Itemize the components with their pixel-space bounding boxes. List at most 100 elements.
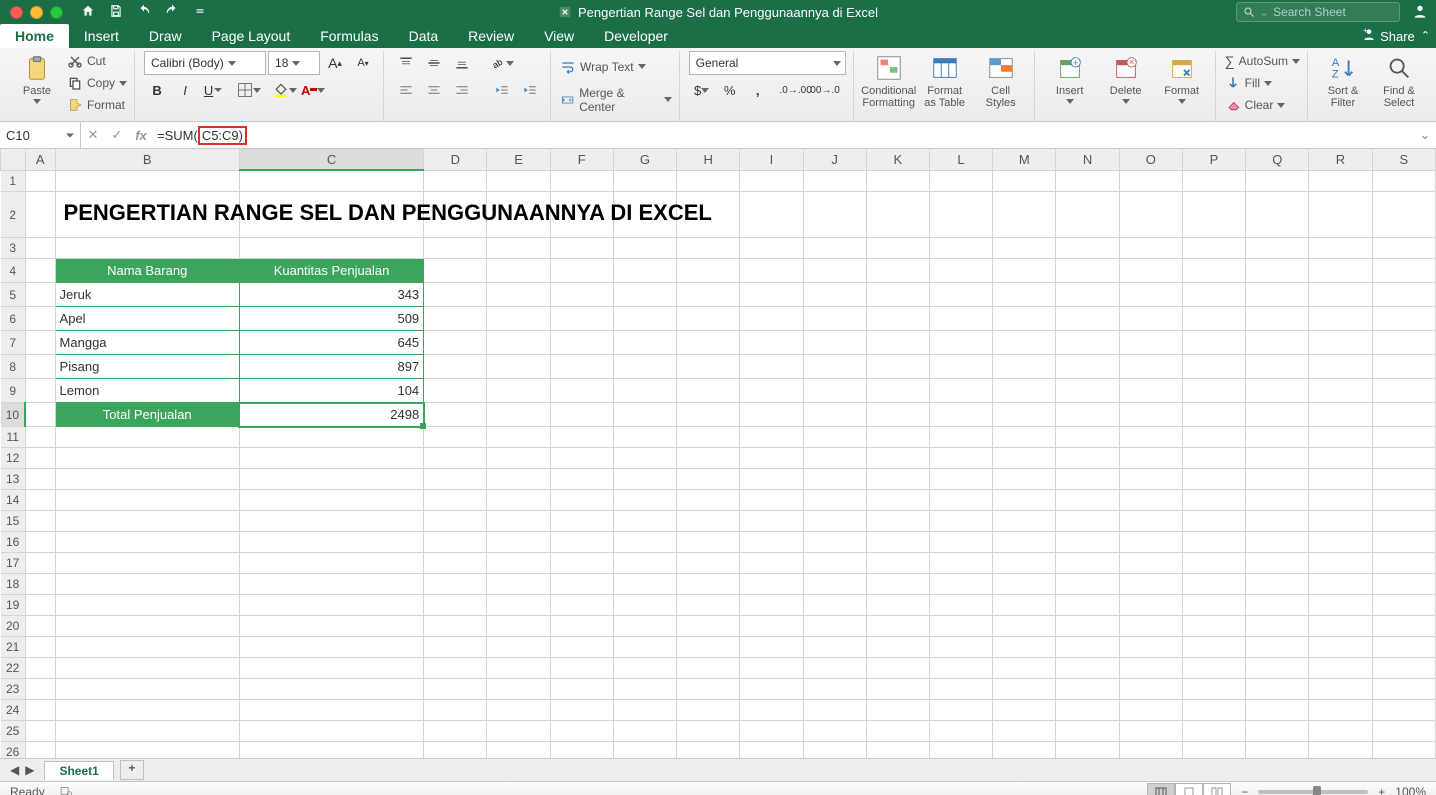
cell-Q25[interactable] xyxy=(1246,721,1309,742)
cell-S23[interactable] xyxy=(1372,679,1435,700)
cell-Q26[interactable] xyxy=(1246,742,1309,759)
cell-L5[interactable] xyxy=(929,283,992,307)
cell-J15[interactable] xyxy=(803,511,866,532)
cell-D13[interactable] xyxy=(424,469,487,490)
cell-O5[interactable] xyxy=(1119,283,1182,307)
cell-L18[interactable] xyxy=(929,574,992,595)
cell-N21[interactable] xyxy=(1056,637,1119,658)
cell-D3[interactable] xyxy=(424,238,487,259)
cell-D19[interactable] xyxy=(424,595,487,616)
cell-M10[interactable] xyxy=(993,403,1056,427)
cell-F1[interactable] xyxy=(550,170,613,192)
cell-D5[interactable] xyxy=(424,283,487,307)
cell-M11[interactable] xyxy=(993,427,1056,448)
cut-button[interactable]: Cut xyxy=(67,51,127,71)
cell-L10[interactable] xyxy=(929,403,992,427)
cell-D15[interactable] xyxy=(424,511,487,532)
cell-E3[interactable] xyxy=(487,238,550,259)
cell-M4[interactable] xyxy=(993,259,1056,283)
cell-Q21[interactable] xyxy=(1246,637,1309,658)
cell-D17[interactable] xyxy=(424,553,487,574)
orientation-button[interactable]: ab xyxy=(489,51,515,75)
zoom-in-button[interactable]: + xyxy=(1378,785,1385,795)
cell-O24[interactable] xyxy=(1119,700,1182,721)
cell-O17[interactable] xyxy=(1119,553,1182,574)
font-size-select[interactable]: 18 xyxy=(268,51,320,75)
cell-H24[interactable] xyxy=(677,700,740,721)
cell-Q14[interactable] xyxy=(1246,490,1309,511)
cell-E16[interactable] xyxy=(487,532,550,553)
cell-L19[interactable] xyxy=(929,595,992,616)
cell-L16[interactable] xyxy=(929,532,992,553)
cell-B5[interactable]: Jeruk xyxy=(55,283,239,307)
cell-B10[interactable]: Total Penjualan xyxy=(55,403,239,427)
cell-I25[interactable] xyxy=(740,721,803,742)
cell-O10[interactable] xyxy=(1119,403,1182,427)
ribbon-tab-developer[interactable]: Developer xyxy=(589,24,683,48)
cell-K5[interactable] xyxy=(866,283,929,307)
cell-M22[interactable] xyxy=(993,658,1056,679)
cell-A12[interactable] xyxy=(25,448,55,469)
cell-N10[interactable] xyxy=(1056,403,1119,427)
cell-O4[interactable] xyxy=(1119,259,1182,283)
cell-D1[interactable] xyxy=(424,170,487,192)
number-format-select[interactable]: General xyxy=(689,51,846,75)
cell-C10[interactable]: 2498 xyxy=(239,403,423,427)
row-header-26[interactable]: 26 xyxy=(1,742,26,759)
cell-Q6[interactable] xyxy=(1246,307,1309,331)
row-header-9[interactable]: 9 xyxy=(1,379,26,403)
cell-B24[interactable] xyxy=(55,700,239,721)
wrap-text-button[interactable]: Wrap Text xyxy=(560,57,672,77)
cell-H8[interactable] xyxy=(677,355,740,379)
percent-button[interactable]: % xyxy=(717,78,743,102)
cell-S2[interactable] xyxy=(1372,192,1435,238)
sheet-nav-prev-button[interactable]: ◀ xyxy=(10,763,19,777)
fx-button[interactable]: fx xyxy=(129,122,153,148)
cell-D10[interactable] xyxy=(424,403,487,427)
cell-A11[interactable] xyxy=(25,427,55,448)
cell-D20[interactable] xyxy=(424,616,487,637)
ribbon-tab-view[interactable]: View xyxy=(529,24,589,48)
cell-J1[interactable] xyxy=(803,170,866,192)
format-as-table-button[interactable]: Format as Table xyxy=(919,51,971,117)
cell-G23[interactable] xyxy=(613,679,676,700)
cell-Q15[interactable] xyxy=(1246,511,1309,532)
decrease-font-button[interactable]: A▾ xyxy=(350,51,376,75)
cell-G4[interactable] xyxy=(613,259,676,283)
cell-N17[interactable] xyxy=(1056,553,1119,574)
cell-P12[interactable] xyxy=(1182,448,1245,469)
cell-L7[interactable] xyxy=(929,331,992,355)
cell-K16[interactable] xyxy=(866,532,929,553)
cell-L14[interactable] xyxy=(929,490,992,511)
row-header-20[interactable]: 20 xyxy=(1,616,26,637)
cell-R25[interactable] xyxy=(1309,721,1372,742)
cell-C25[interactable] xyxy=(239,721,423,742)
col-header-M[interactable]: M xyxy=(993,149,1056,170)
cell-P22[interactable] xyxy=(1182,658,1245,679)
cell-J9[interactable] xyxy=(803,379,866,403)
cell-F12[interactable] xyxy=(550,448,613,469)
cell-S11[interactable] xyxy=(1372,427,1435,448)
cell-F18[interactable] xyxy=(550,574,613,595)
normal-view-button[interactable] xyxy=(1147,783,1175,795)
cell-S4[interactable] xyxy=(1372,259,1435,283)
cell-G14[interactable] xyxy=(613,490,676,511)
cell-I1[interactable] xyxy=(740,170,803,192)
cell-G10[interactable] xyxy=(613,403,676,427)
cell-F22[interactable] xyxy=(550,658,613,679)
cell-J6[interactable] xyxy=(803,307,866,331)
cell-I10[interactable] xyxy=(740,403,803,427)
row-header-19[interactable]: 19 xyxy=(1,595,26,616)
cell-F5[interactable] xyxy=(550,283,613,307)
cell-A17[interactable] xyxy=(25,553,55,574)
cell-E15[interactable] xyxy=(487,511,550,532)
cell-I26[interactable] xyxy=(740,742,803,759)
cell-B13[interactable] xyxy=(55,469,239,490)
cell-I2[interactable] xyxy=(740,192,803,238)
cell-A26[interactable] xyxy=(25,742,55,759)
cell-Q12[interactable] xyxy=(1246,448,1309,469)
cell-E7[interactable] xyxy=(487,331,550,355)
cell-N3[interactable] xyxy=(1056,238,1119,259)
cell-P1[interactable] xyxy=(1182,170,1245,192)
row-header-12[interactable]: 12 xyxy=(1,448,26,469)
